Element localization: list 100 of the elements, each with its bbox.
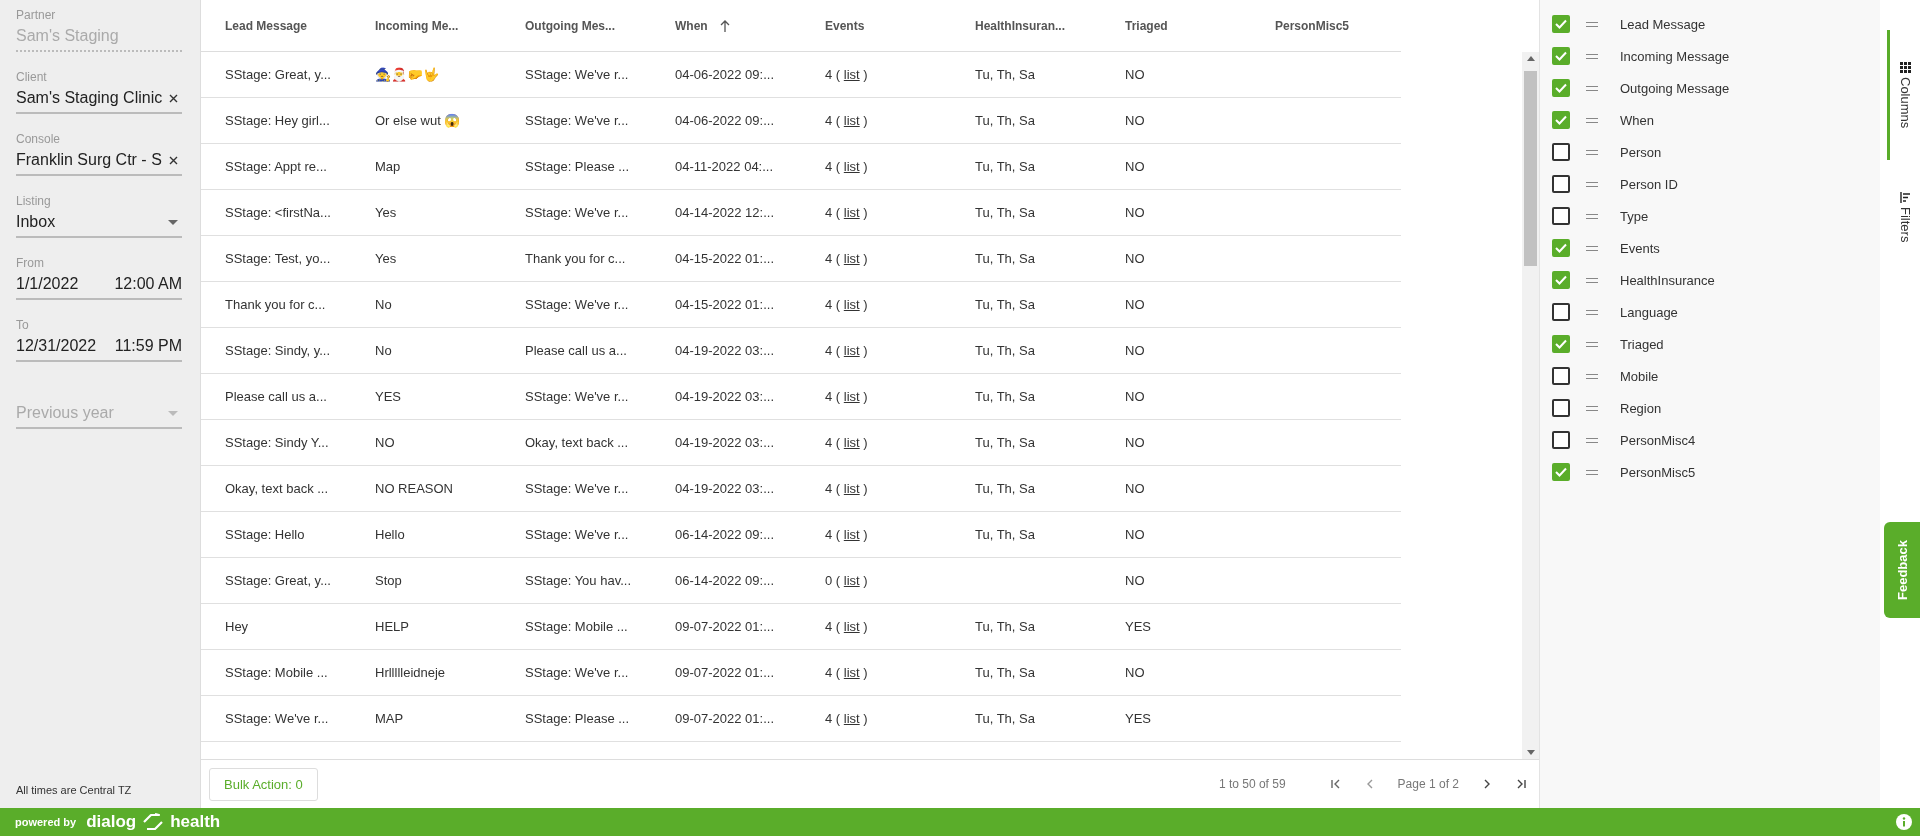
column-header[interactable]: When xyxy=(675,18,825,33)
column-header[interactable]: HealthInsuran... xyxy=(975,18,1125,33)
select-field[interactable]: Inbox xyxy=(16,211,182,238)
list-link[interactable]: list xyxy=(843,435,860,450)
table-cell-text: NO xyxy=(1125,159,1146,174)
table-cell-text: SStage: We've r... xyxy=(525,67,630,82)
combo-field[interactable]: Sam's Staging Clinic xyxy=(16,87,182,114)
table-cell-text: SStage: Mobile ... xyxy=(225,665,329,680)
list-link[interactable]: list xyxy=(843,67,860,82)
column-option: PersonMisc4 xyxy=(1620,432,1696,448)
table-cell-text: SStage: We've r... xyxy=(525,481,630,496)
filter-icon xyxy=(1899,192,1911,204)
checkbox[interactable] xyxy=(1552,15,1570,33)
clear-icon[interactable] xyxy=(169,93,178,103)
checkbox[interactable] xyxy=(1552,79,1570,97)
checkbox[interactable] xyxy=(1552,111,1570,129)
checkbox[interactable] xyxy=(1552,239,1570,257)
drag-handle-icon[interactable] xyxy=(1586,277,1598,283)
column-header[interactable]: Lead Message xyxy=(225,18,375,33)
list-link[interactable]: list xyxy=(843,343,860,358)
checkbox[interactable] xyxy=(1552,143,1570,161)
drag-handle-icon[interactable] xyxy=(1586,373,1598,379)
drag-handle-icon[interactable] xyxy=(1586,181,1598,187)
side-tab[interactable]: Columns xyxy=(1887,30,1920,161)
list-link[interactable]: list xyxy=(843,297,860,312)
list-link[interactable]: list xyxy=(843,619,860,634)
side-tab[interactable]: Filters xyxy=(1887,160,1920,275)
events-cell-text: 0 ( list ) xyxy=(825,573,869,588)
field-label: Console xyxy=(16,132,62,146)
table-cell-text: SStage: We've r... xyxy=(525,113,630,128)
checkbox[interactable] xyxy=(1552,335,1570,353)
checkbox[interactable] xyxy=(1552,207,1570,225)
table-cell-text: Tu, Th, Sa xyxy=(975,67,1036,82)
column-option: Outgoing Message xyxy=(1620,80,1730,96)
drag-handle-icon[interactable] xyxy=(1586,309,1598,315)
events-cell-text: 4 ( list ) xyxy=(825,205,869,220)
list-link[interactable]: list xyxy=(843,389,860,404)
scroll-down-icon[interactable] xyxy=(1526,750,1535,755)
field-label: Listing xyxy=(16,194,52,208)
table-cell-text: Tu, Th, Sa xyxy=(975,343,1036,358)
checkbox[interactable] xyxy=(1552,47,1570,65)
table-cell-text: NO xyxy=(1125,481,1146,496)
column-header[interactable]: Triaged xyxy=(1125,18,1275,33)
table-cell-text: NO xyxy=(1125,297,1146,312)
checkbox[interactable] xyxy=(1552,303,1570,321)
drag-handle-icon[interactable] xyxy=(1586,149,1598,155)
table-cell-text: Tu, Th, Sa xyxy=(975,527,1036,542)
table-cell-text: NO REASON xyxy=(375,481,454,496)
column-header[interactable]: Incoming Me... xyxy=(375,18,525,33)
table-cell-text: SStage: You hav... xyxy=(525,573,632,588)
checkbox[interactable] xyxy=(1552,175,1570,193)
table-cell-text: Tu, Th, Sa xyxy=(975,389,1036,404)
checkbox[interactable] xyxy=(1552,367,1570,385)
last-page-icon[interactable] xyxy=(1515,778,1527,790)
drag-handle-icon[interactable] xyxy=(1586,341,1598,347)
vertical-scrollbar[interactable] xyxy=(1522,52,1539,759)
list-link[interactable]: list xyxy=(843,481,860,496)
list-link[interactable]: list xyxy=(843,205,860,220)
table-cell-text: SStage: We've r... xyxy=(525,389,630,404)
column-header[interactable]: PersonMisc5 xyxy=(1275,18,1425,33)
list-link[interactable]: list xyxy=(843,665,860,680)
info-icon[interactable] xyxy=(1896,814,1912,830)
date-time-field[interactable]: 1/1/2022 12:00 AM xyxy=(16,273,182,300)
checkbox[interactable] xyxy=(1552,399,1570,417)
drag-handle-icon[interactable] xyxy=(1586,405,1598,411)
checkbox[interactable] xyxy=(1552,431,1570,449)
column-option: Events xyxy=(1620,240,1660,256)
table-cell-text: Okay, text back ... xyxy=(525,435,630,450)
drag-handle-icon[interactable] xyxy=(1586,437,1598,443)
date-time-field[interactable]: 12/31/2022 11:59 PM xyxy=(16,335,182,362)
column-header[interactable]: Outgoing Mes... xyxy=(525,18,675,33)
drag-handle-icon[interactable] xyxy=(1586,213,1598,219)
drag-handle-icon[interactable] xyxy=(1586,245,1598,251)
combo-field[interactable]: Franklin Surg Ctr - S xyxy=(16,149,182,176)
column-header[interactable]: Events xyxy=(825,18,975,33)
drag-handle-icon[interactable] xyxy=(1586,85,1598,91)
page-indicator: Page 1 of 2 xyxy=(1397,777,1459,791)
drag-handle-icon[interactable] xyxy=(1586,53,1598,59)
first-page-icon[interactable] xyxy=(1329,778,1342,790)
scroll-up-icon[interactable] xyxy=(1526,56,1535,61)
table-cell-text: Tu, Th, Sa xyxy=(975,481,1036,496)
column-option: Region xyxy=(1620,400,1662,416)
list-link[interactable]: list xyxy=(843,527,860,542)
list-link[interactable]: list xyxy=(843,159,860,174)
drag-handle-icon[interactable] xyxy=(1586,117,1598,123)
list-link[interactable]: list xyxy=(843,573,860,588)
table-cell-text: 04-15-2022 01:... xyxy=(675,297,776,312)
table-cell-text: SStage: Please ... xyxy=(525,159,631,174)
scrollbar-thumb[interactable] xyxy=(1524,71,1537,266)
table-cell-text: 04-19-2022 03:... xyxy=(675,481,776,496)
drag-handle-icon[interactable] xyxy=(1586,21,1598,27)
column-option: Language xyxy=(1620,304,1678,320)
checkbox[interactable] xyxy=(1552,463,1570,481)
list-link[interactable]: list xyxy=(843,113,860,128)
checkbox[interactable] xyxy=(1552,271,1570,289)
column-option: When xyxy=(1620,112,1654,128)
list-link[interactable]: list xyxy=(843,711,860,726)
list-link[interactable]: list xyxy=(843,251,860,266)
drag-handle-icon[interactable] xyxy=(1586,469,1598,475)
clear-icon[interactable] xyxy=(169,155,178,165)
